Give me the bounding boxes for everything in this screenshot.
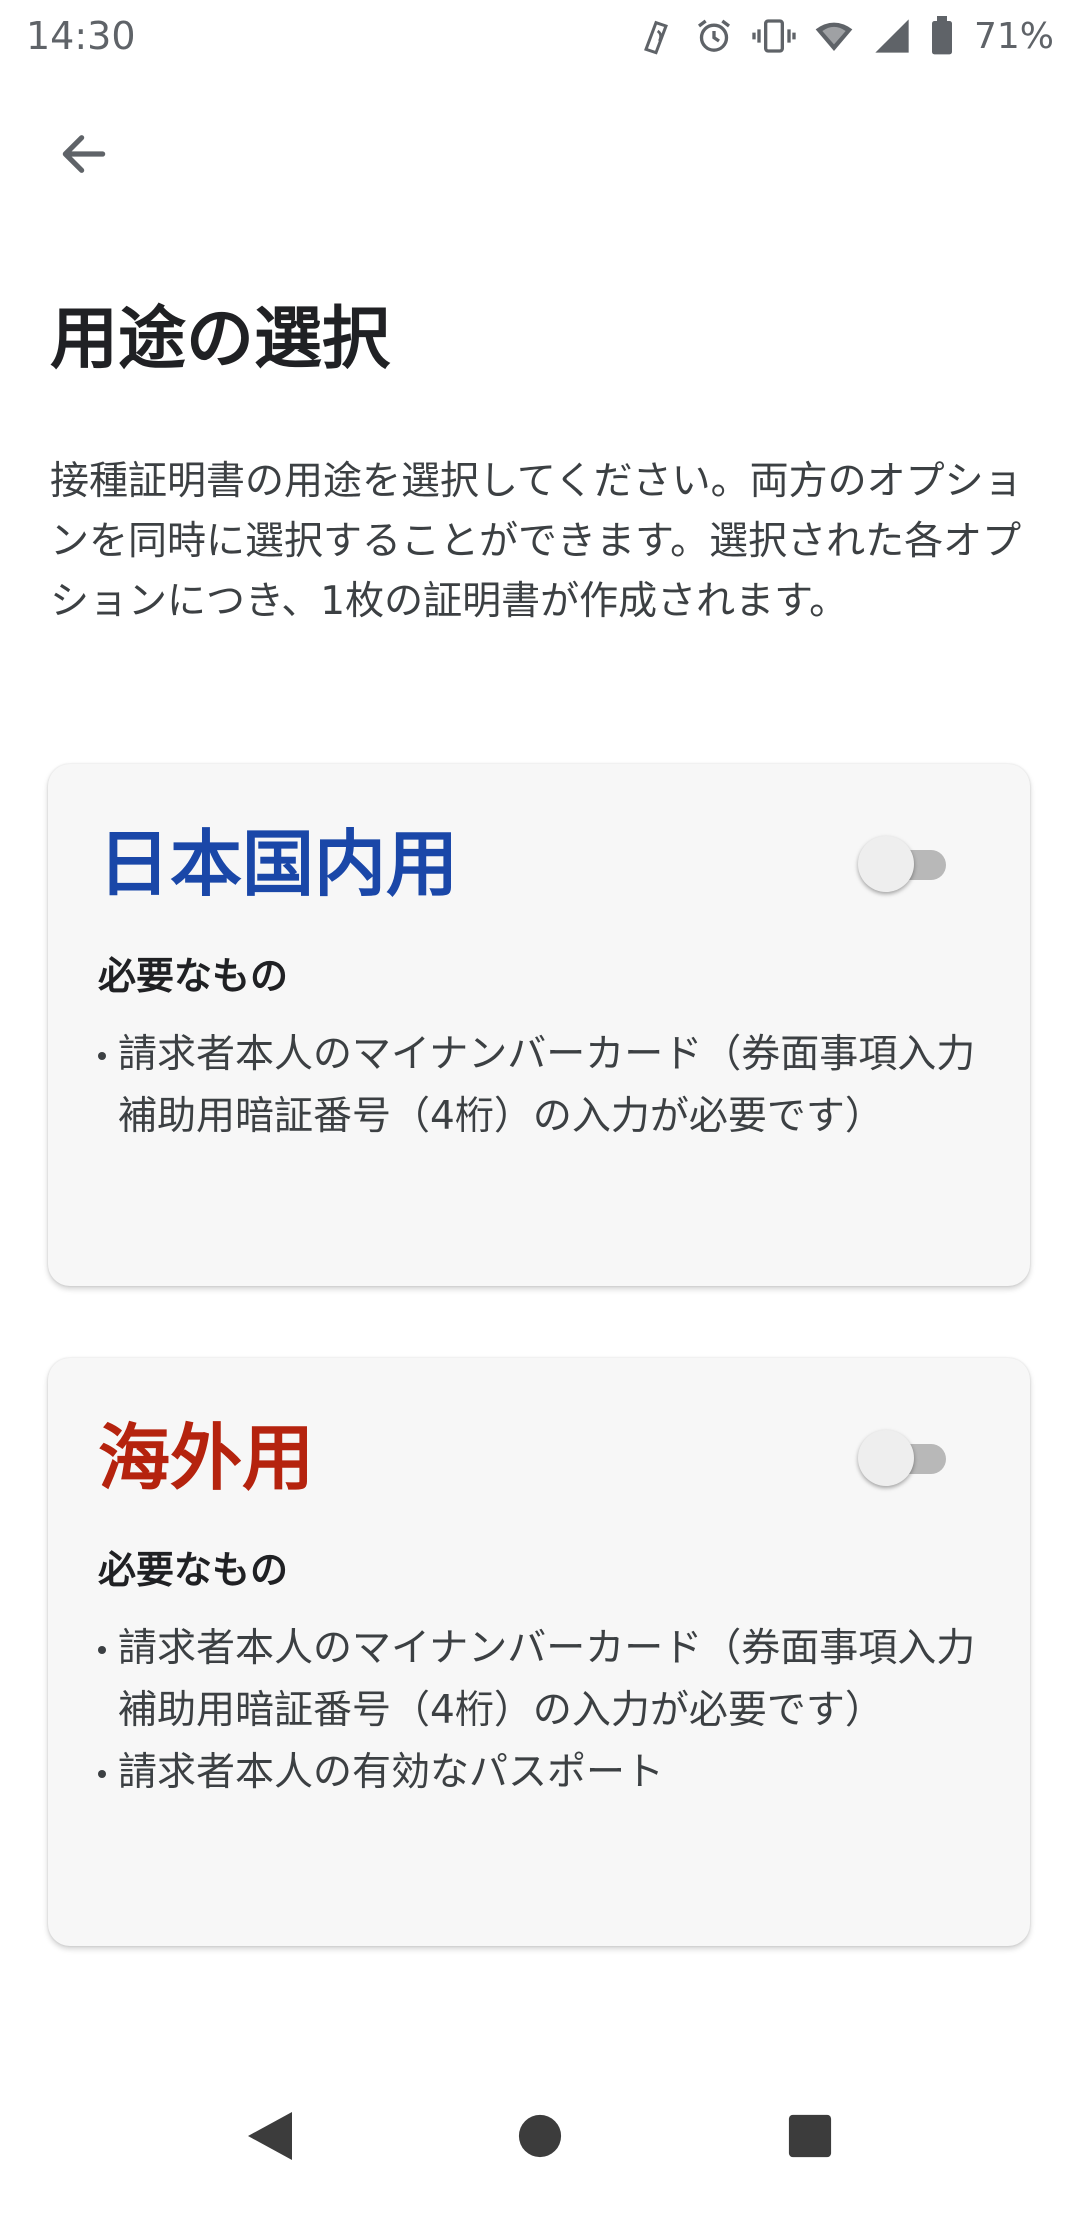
toggle-thumb [858,836,914,892]
requirement-item: 請求者本人のマイナンバーカード（券面事項入力補助用暗証番号（4桁）の入力が必要で… [94,1024,978,1148]
domestic-toggle-switch[interactable] [858,834,950,894]
nav-home-icon [517,2113,563,2163]
overseas-toggle-switch[interactable] [858,1428,950,1488]
requirements-heading: 必要なもの [98,1548,289,1592]
nav-home-button[interactable] [500,2098,580,2178]
signal-icon [872,16,912,56]
page-description: 接種証明書の用途を選択してください。両方のオプションを同時に選択することができま… [50,459,1023,624]
nav-back-icon [244,2108,296,2168]
toggle-thumb [858,1430,914,1486]
requirements-heading: 必要なもの [98,954,289,998]
domestic-option-card: 日本国内用 必要なもの 請求者本人のマイナンバーカード（券面事項入力補助用暗証番… [48,764,1030,1286]
status-time: 14:30 [26,14,136,58]
vibrate-icon [752,16,796,56]
wifi-icon [814,16,854,56]
page-title: 用途の選択 [50,300,391,379]
alarm-icon [694,16,734,56]
nav-back-button[interactable] [230,2098,310,2178]
arrow-back-icon [56,126,112,186]
back-button[interactable] [44,116,124,196]
requirement-item: 請求者本人のマイナンバーカード（券面事項入力補助用暗証番号（4桁）の入力が必要で… [94,1618,978,1742]
requirements-list: 請求者本人のマイナンバーカード（券面事項入力補助用暗証番号（4桁）の入力が必要で… [94,1618,994,1804]
requirement-item: 請求者本人の有効なパスポート [94,1742,978,1804]
nav-recents-icon [787,2113,833,2163]
battery-percent: 71% [973,15,1054,57]
card-title: 海外用 [98,1416,315,1500]
nav-recents-button[interactable] [770,2098,850,2178]
battery-icon [930,16,954,56]
status-bar: 14:30 71% [0,0,1080,72]
requirements-list: 請求者本人のマイナンバーカード（券面事項入力補助用暗証番号（4桁）の入力が必要で… [94,1024,994,1148]
overseas-option-card: 海外用 必要なもの 請求者本人のマイナンバーカード（券面事項入力補助用暗証番号（… [48,1358,1030,1946]
status-icons: 71% [636,16,1054,57]
card-title: 日本国内用 [98,822,459,906]
nfc-icon [636,16,676,56]
